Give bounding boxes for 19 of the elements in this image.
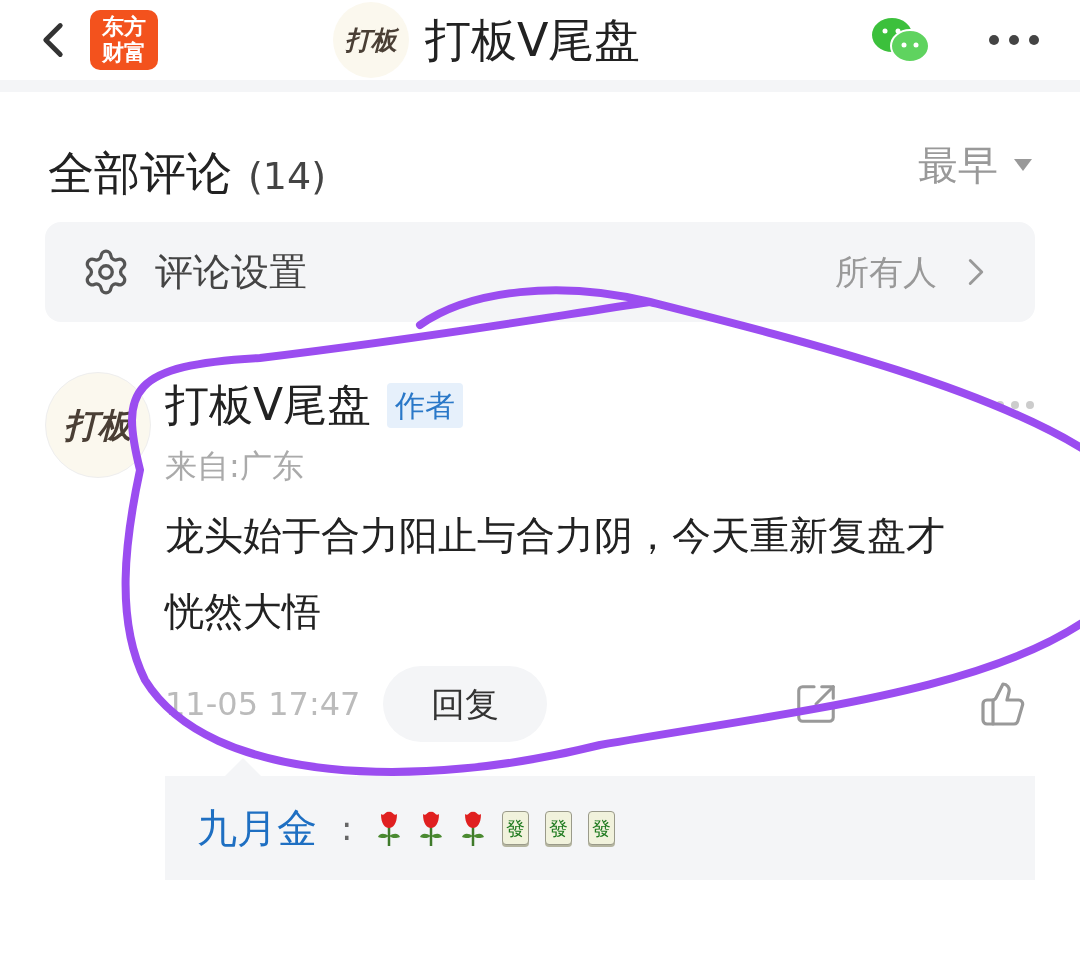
logo-text: 财富	[102, 40, 146, 66]
colon-text: :	[341, 806, 353, 850]
mahjong-tile: 發	[545, 811, 573, 845]
page-title: 打板V尾盘	[425, 11, 641, 69]
avatar: 打板	[333, 2, 409, 78]
settings-label: 评论设置	[155, 248, 307, 296]
settings-value: 所有人	[835, 250, 937, 294]
location-text: 来自:广东	[165, 446, 305, 487]
comment-text: 龙头始于合力阳止与合力阴，今天重新复盘才恍然大悟	[165, 512, 946, 636]
mahjong-tile: 發	[588, 811, 616, 845]
logo-text: 东方	[102, 14, 146, 40]
author-tag: 作者	[387, 382, 464, 428]
mahjong-tile: 發	[502, 811, 530, 845]
comment-settings-row[interactable]: 评论设置 所有人	[45, 222, 1035, 322]
comment-count: (14)	[248, 152, 326, 200]
reply-button[interactable]: 回复	[383, 666, 547, 742]
author-name[interactable]: 打板V尾盘	[165, 372, 372, 438]
reply-username[interactable]: 九月金	[197, 798, 317, 858]
section-title: 全部评论	[48, 144, 232, 202]
